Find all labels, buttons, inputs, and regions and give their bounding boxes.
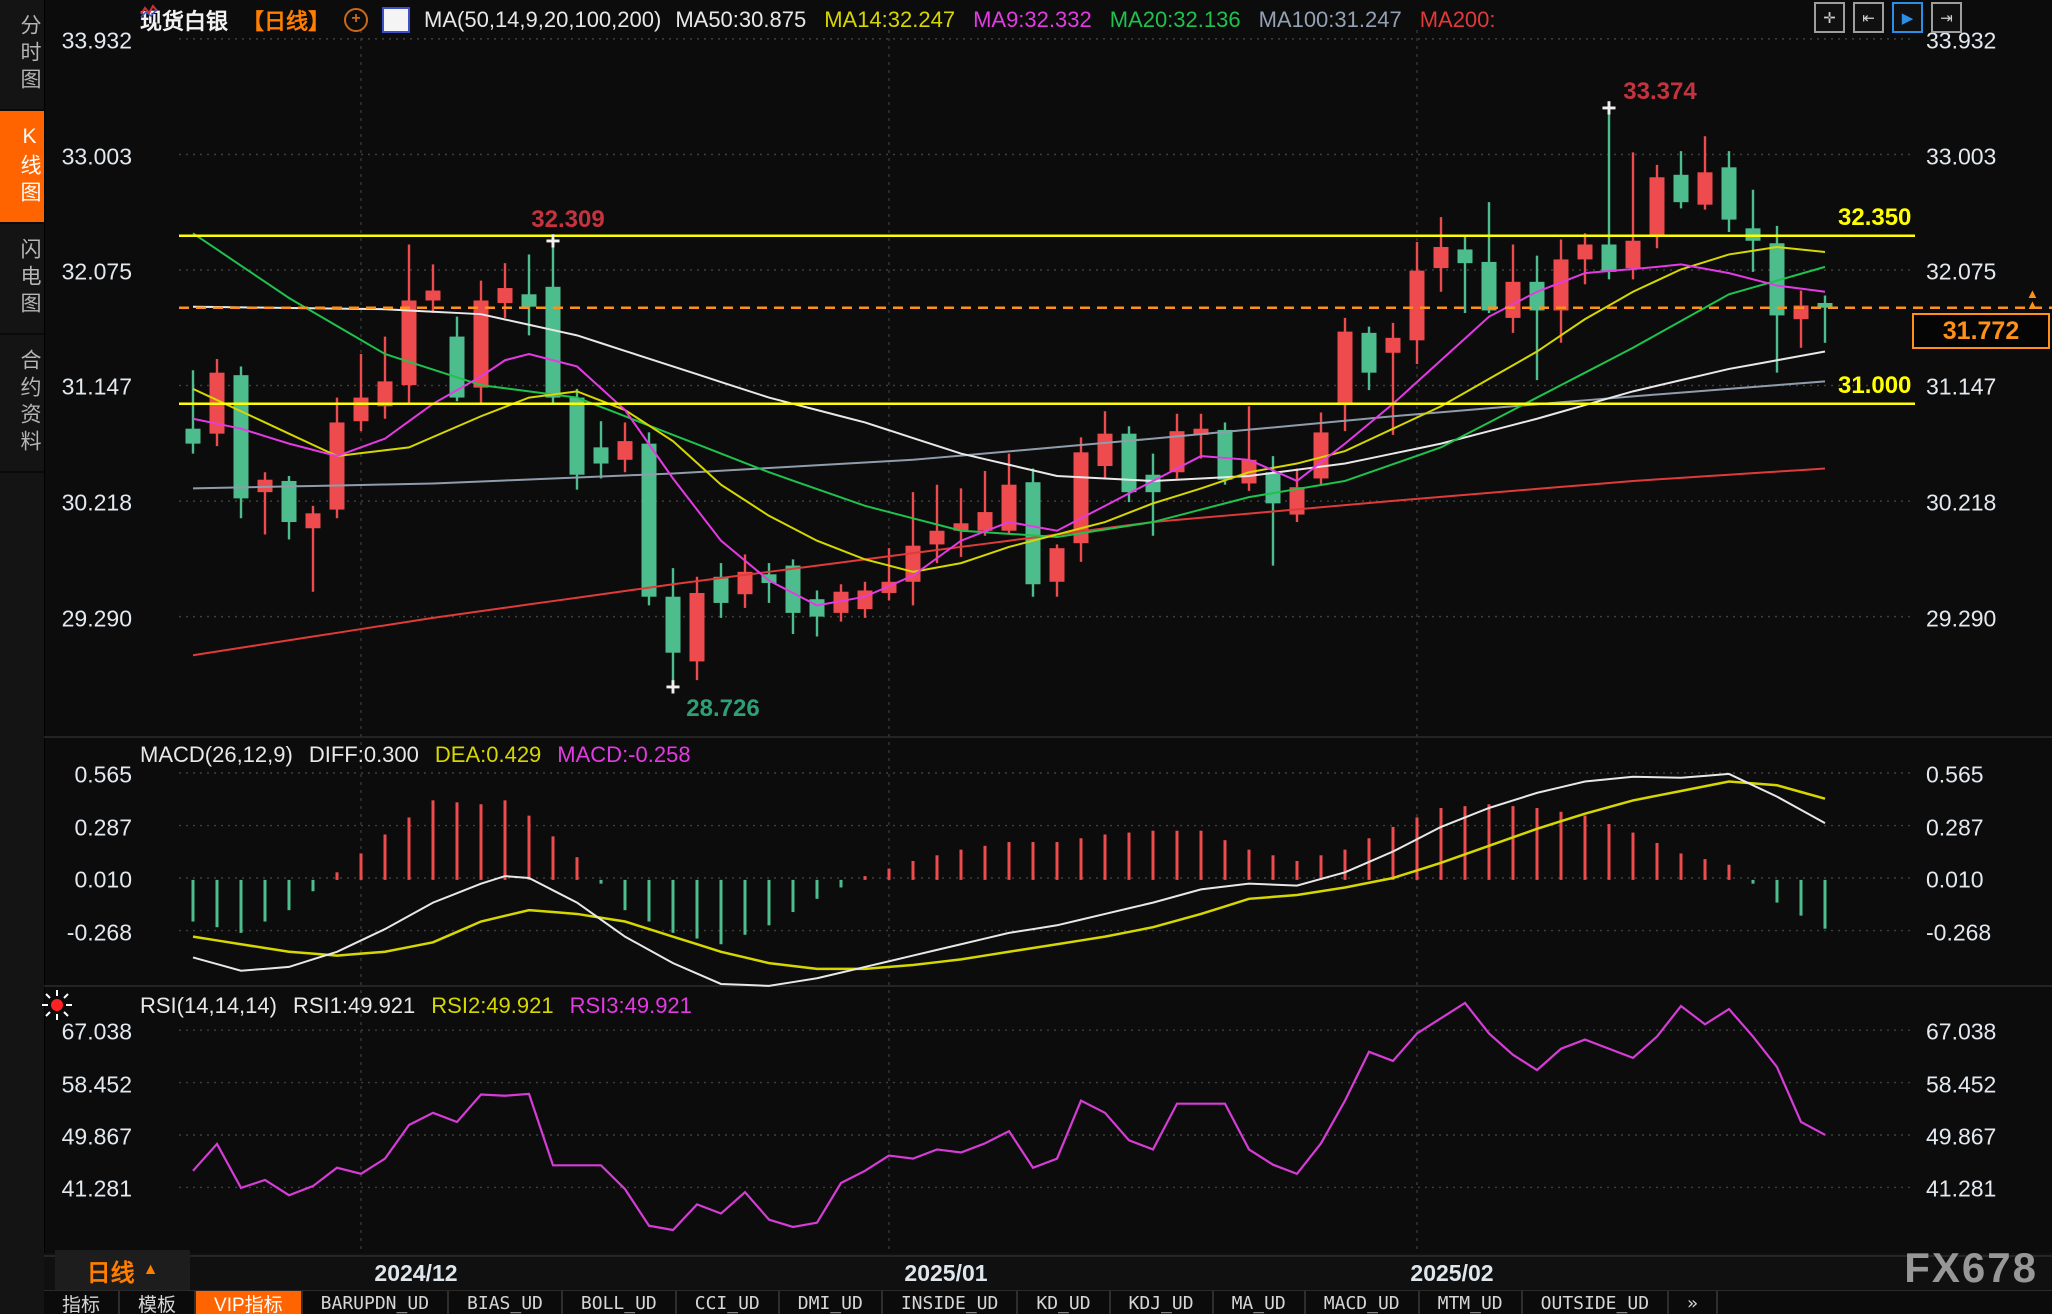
chart-play-icon[interactable]: ▶ xyxy=(1892,2,1923,33)
indicator-tab-barupdn_ud[interactable]: BARUPDN_UD xyxy=(303,1291,449,1314)
ma-value: MA100:31.247 xyxy=(1259,7,1402,33)
last-price-tag: 31.772 xyxy=(1912,313,2050,349)
macd-dea-value: DEA:0.429 xyxy=(435,742,541,768)
extreme-high-marker-icon: + xyxy=(1601,93,1616,124)
period-arrow-icon: ▲ xyxy=(143,1261,159,1279)
indicator-tab-inside_ud[interactable]: INSIDE_UD xyxy=(883,1291,1019,1314)
indicator-tab-outside_ud[interactable]: OUTSIDE_UD xyxy=(1523,1291,1669,1314)
period-selector[interactable]: 日线 ▲ xyxy=(55,1250,190,1290)
swing-low-label: 28.726 xyxy=(686,695,759,723)
candlestick-chart[interactable] xyxy=(0,0,2052,1314)
toolbar: ✛ ⇤ ▶ ⇥ xyxy=(1814,2,1962,33)
rsi-title: RSI(14,14,14) xyxy=(140,993,277,1019)
period-label[interactable]: 【日线】 xyxy=(242,4,330,36)
swing-high-label: 32.309 xyxy=(531,206,604,234)
indicator-tab-kdj_ud[interactable]: KDJ_UD xyxy=(1111,1291,1214,1314)
indicator-tab-kd_ud[interactable]: KD_UD xyxy=(1018,1291,1110,1314)
month-label: 2025/02 xyxy=(1410,1260,1493,1287)
ma-value: MA20:32.136 xyxy=(1110,7,1241,33)
rsi3-value: RSI3:49.921 xyxy=(570,993,692,1019)
macd-hist-value: MACD:-0.258 xyxy=(557,742,690,768)
indicator-tab-[interactable]: 指标 xyxy=(44,1291,120,1314)
extreme-low-marker-icon: + xyxy=(665,671,680,702)
ma-value: MA14:32.247 xyxy=(824,7,955,33)
move-icon[interactable]: ✛ xyxy=(1814,2,1845,33)
rsi1-value: RSI1:49.921 xyxy=(293,993,415,1019)
watermark: FX678 xyxy=(1904,1244,2038,1292)
rsi2-value: RSI2:49.921 xyxy=(431,993,553,1019)
ma-values: MA50:30.875 MA14:32.247 MA9:32.332 MA20:32.… xyxy=(675,7,1495,33)
indicator-tab-dmi_ud[interactable]: DMI_UD xyxy=(780,1291,883,1314)
indicator-tabbar: 指标模板VIP指标BARUPDN_UDBIAS_UDBOLL_UDCCI_UDD… xyxy=(44,1290,2052,1314)
macd-header: MACD(26,12,9) DIFF:0.300 DEA:0.429 MACD:… xyxy=(140,742,691,768)
month-label: 2024/12 xyxy=(374,1260,457,1287)
price-up-arrows-icon: ▲▲ xyxy=(2026,288,2039,310)
ma-value: MA200: xyxy=(1420,7,1496,33)
ma-value: MA9:32.332 xyxy=(973,7,1092,33)
indicator-tab-vip[interactable]: VIP指标 xyxy=(196,1291,303,1314)
axis-shift-icon[interactable]: ⇥ xyxy=(1931,2,1962,33)
peak-high-label: 33.374 xyxy=(1623,78,1696,106)
macd-diff-value: DIFF:0.300 xyxy=(309,742,419,768)
indicator-tab-[interactable]: 模板 xyxy=(120,1291,196,1314)
rsi-header: RSI(14,14,14) RSI1:49.921 RSI2:49.921 RS… xyxy=(140,993,692,1019)
resistance-label: 32.350 xyxy=(1838,204,1911,232)
indicator-tab-bias_ud[interactable]: BIAS_UD xyxy=(449,1291,563,1314)
support-label: 31.000 xyxy=(1838,372,1911,400)
month-label: 2025/01 xyxy=(904,1260,987,1287)
macd-title: MACD(26,12,9) xyxy=(140,742,293,768)
chart-header: 现货白银 【日线】 + MA(50,14,9,20,100,200) MA50:… xyxy=(140,4,1496,36)
axis-scale-icon[interactable]: ⇤ xyxy=(1853,2,1884,33)
indicator-tab-macd_ud[interactable]: MACD_UD xyxy=(1306,1291,1420,1314)
add-compare-icon[interactable]: + xyxy=(344,8,368,32)
indicator-tab-boll_ud[interactable]: BOLL_UD xyxy=(563,1291,677,1314)
indicator-tab-[interactable]: » xyxy=(1669,1291,1718,1314)
chart-type-icon[interactable] xyxy=(382,7,410,33)
indicator-tab-ma_ud[interactable]: MA_UD xyxy=(1214,1291,1306,1314)
ma-params: MA(50,14,9,20,100,200) xyxy=(424,7,661,33)
period-selector-label: 日线 xyxy=(87,1253,135,1288)
ma-value: MA50:30.875 xyxy=(675,7,806,33)
indicator-tab-cci_ud[interactable]: CCI_UD xyxy=(677,1291,780,1314)
indicator-tab-mtm_ud[interactable]: MTM_UD xyxy=(1420,1291,1523,1314)
chart-application: 分时图K线图闪电图合约资料 现货白银 【日线】 + MA(50,14,9,20,… xyxy=(0,0,2052,1314)
